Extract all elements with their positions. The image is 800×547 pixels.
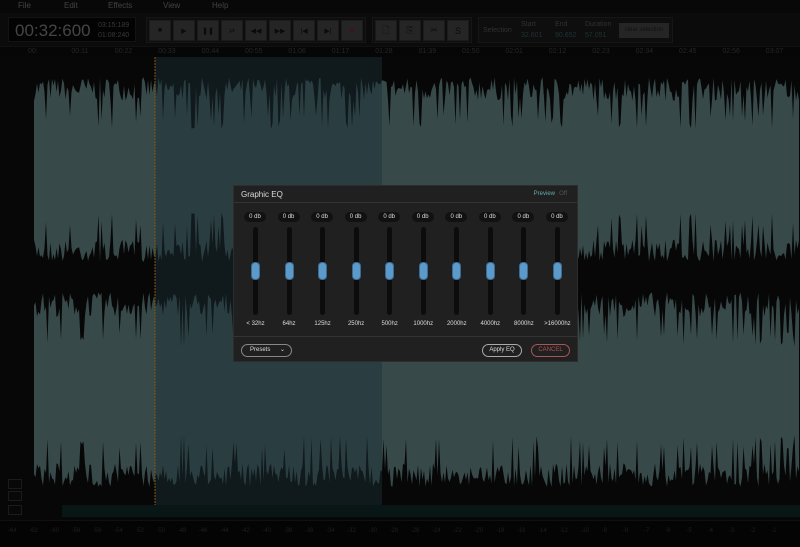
slider-thumb[interactable] [351,262,361,280]
eq-band: 0 db 125hz [306,211,339,331]
gain-value: 0 db [478,212,501,222]
apply-eq-button[interactable]: Apply EQ [482,344,522,357]
gain-value: 0 db [545,212,568,222]
eq-band: 0 db 64hz [273,211,306,331]
eq-title: Graphic EQ [241,190,283,199]
slider-thumb[interactable] [519,262,529,280]
preview-toggle[interactable]: Preview [534,191,555,197]
gain-value: 0 db [344,212,367,222]
cancel-button[interactable]: CANCEL [531,344,570,357]
frequency-label: >16000hz [544,321,571,327]
eq-band: 0 db 8000hz [507,211,540,331]
presets-label: Presets [250,347,271,353]
slider-thumb[interactable] [485,262,495,280]
eq-band: 0 db 4000hz [474,211,507,331]
eq-band: 0 db 1000hz [407,211,440,331]
gain-value: 0 db [445,212,468,222]
chevron-down-icon: ⌄ [279,347,285,353]
eq-band: 0 db 250hz [340,211,373,331]
eq-band: 0 db >16000hz [541,211,574,331]
gain-value: 0 db [311,212,334,222]
presets-select[interactable]: Presets ⌄ [241,344,292,357]
slider-thumb[interactable] [284,262,294,280]
gain-value: 0 db [277,212,300,222]
graphic-eq-dialog: Graphic EQ Preview Off 0 db < 32hz 0 db 64h… [233,185,578,362]
gain-value: 0 db [411,212,434,222]
eq-band: 0 db < 32hz [239,211,272,331]
eq-band: 0 db 500hz [373,211,406,331]
preview-state[interactable]: Off [559,191,567,197]
eq-band: 0 db 2000hz [440,211,473,331]
gain-value: 0 db [512,212,535,222]
slider-thumb[interactable] [318,262,328,280]
slider-thumb[interactable] [251,262,260,280]
gain-value: 0 db [244,212,266,222]
gain-value: 0 db [378,212,401,222]
eq-bands: 0 db < 32hz 0 db 64hz 0 db 125hz 0 db 250hz 0 db… [239,211,574,331]
slider-thumb[interactable] [552,262,562,280]
slider-thumb[interactable] [418,262,428,280]
slider-thumb[interactable] [385,262,395,280]
slider-thumb[interactable] [452,262,462,280]
